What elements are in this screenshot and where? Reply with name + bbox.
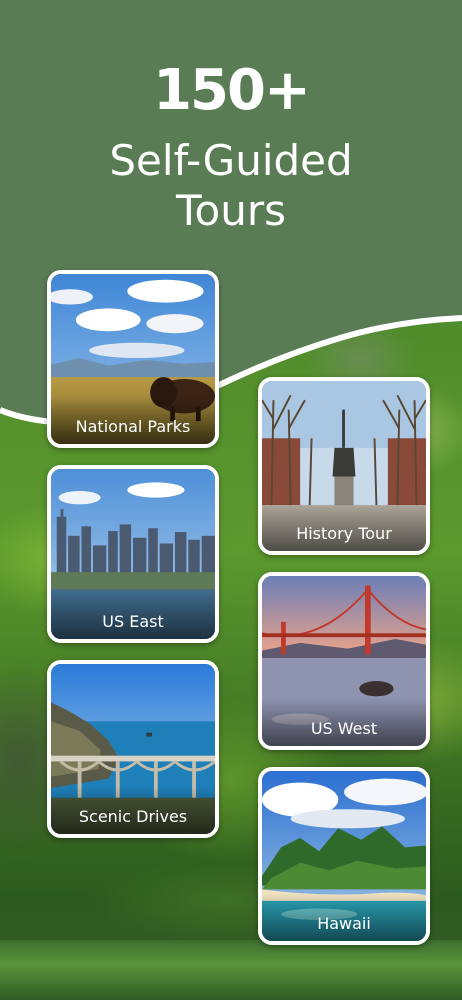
card-label: US West [262,698,426,746]
category-card-us-west[interactable]: US West [258,572,430,750]
card-label: History Tour [262,503,426,551]
card-label: National Parks [51,396,215,444]
card-label: US East [51,591,215,639]
category-card-hawaii[interactable]: Hawaii [258,767,430,945]
hero-subtitle: Self-Guided Tours [0,136,462,236]
hero-subtitle-line2: Tours [176,186,286,235]
category-card-national-parks[interactable]: National Parks [47,270,219,448]
category-card-scenic-drives[interactable]: Scenic Drives [47,660,219,838]
category-card-history-tour[interactable]: History Tour [258,377,430,555]
hero-subtitle-line1: Self-Guided [109,136,353,185]
card-label: Scenic Drives [51,786,215,834]
category-card-us-east[interactable]: US East [47,465,219,643]
card-label: Hawaii [262,893,426,941]
water-foreground [0,940,462,1000]
tour-count-heading: 150+ [153,58,311,123]
